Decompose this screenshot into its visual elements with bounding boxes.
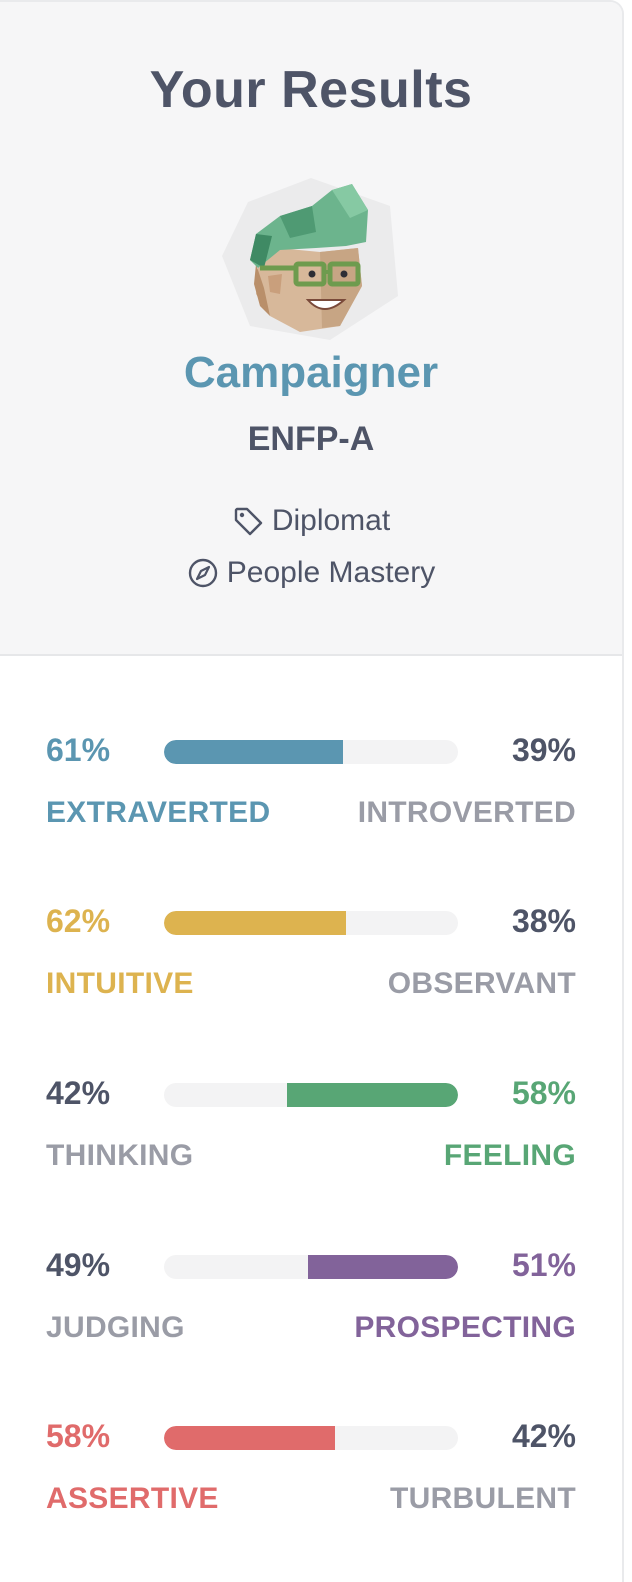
compass-icon	[187, 557, 219, 589]
trait-bar	[164, 740, 458, 764]
trait-tactics: 49% 51% JUDGING PROSPECTING	[46, 1247, 576, 1357]
trait-left-label: THINKING	[46, 1139, 194, 1172]
trait-right-percent: 51%	[511, 1247, 576, 1283]
trait-right-percent: 38%	[511, 903, 576, 939]
trait-bar-fill	[164, 911, 347, 935]
trait-left-label: ASSERTIVE	[46, 1482, 219, 1515]
trait-right-label: PROSPECTING	[354, 1311, 576, 1344]
trait-left-percent: 62%	[46, 903, 111, 939]
trait-bar-fill	[164, 1426, 335, 1450]
trait-bar-fill	[164, 740, 344, 764]
tag-icon	[232, 505, 264, 537]
trait-bar	[164, 911, 458, 935]
page-title: Your Results	[149, 61, 473, 119]
strategy-label: People Mastery	[226, 556, 436, 589]
trait-right-label: INTROVERTED	[357, 796, 576, 829]
trait-bar	[164, 1083, 458, 1107]
trait-left-label: EXTRAVERTED	[46, 796, 271, 829]
trait-identity: 58% 42% ASSERTIVE TURBULENT	[46, 1418, 576, 1528]
trait-bar	[164, 1426, 458, 1450]
trait-right-label: FEELING	[443, 1139, 576, 1172]
trait-right-percent: 39%	[511, 732, 576, 768]
trait-left-label: JUDGING	[46, 1311, 185, 1344]
role-label: Diplomat	[271, 504, 391, 537]
trait-bar	[164, 1255, 458, 1279]
trait-bar-fill	[287, 1083, 458, 1107]
trait-left-percent: 42%	[46, 1075, 111, 1111]
trait-right-percent: 42%	[511, 1418, 576, 1454]
strategy-row: People Mastery	[0, 556, 622, 590]
trait-right-label: TURBULENT	[389, 1482, 576, 1515]
trait-left-percent: 58%	[46, 1418, 111, 1454]
trait-left-percent: 61%	[46, 732, 111, 768]
personality-type-code: ENFP-A	[247, 420, 375, 458]
trait-energy: 62% 38% INTUITIVE OBSERVANT	[46, 903, 576, 1013]
trait-left-label: INTUITIVE	[46, 967, 194, 1000]
trait-nature: 42% 58% THINKING FEELING	[46, 1075, 576, 1185]
trait-mind: 61% 39% EXTRAVERTED INTROVERTED	[46, 732, 576, 842]
personality-type-name[interactable]: Campaigner	[0, 348, 622, 398]
role-row: Diplomat	[0, 504, 622, 538]
trait-right-label: OBSERVANT	[387, 967, 576, 1000]
trait-right-percent: 58%	[511, 1075, 576, 1111]
results-card: Your Results Campaigner ENFP-A Diplomat …	[0, 0, 624, 1582]
results-header: Your Results Campaigner ENFP-A Diplomat …	[0, 2, 622, 656]
trait-left-percent: 49%	[46, 1247, 111, 1283]
campaigner-avatar	[222, 178, 398, 340]
trait-bar-fill	[308, 1255, 458, 1279]
